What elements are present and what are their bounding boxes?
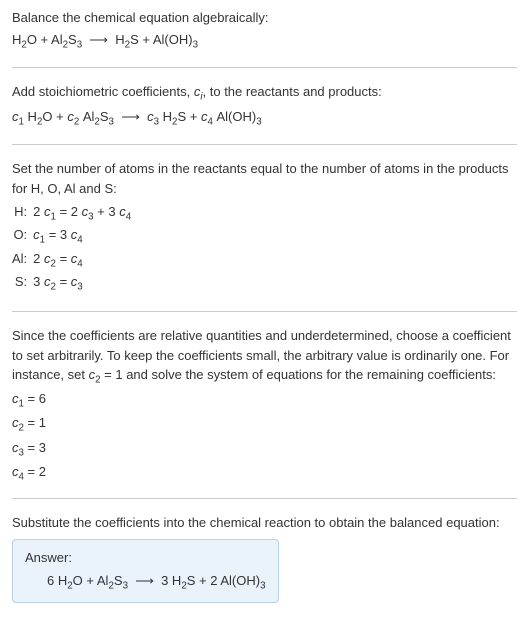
element-label: O:	[12, 225, 33, 248]
element-label: S:	[12, 272, 33, 295]
answer-label: Answer:	[25, 548, 266, 568]
element-equation: 2 c2 = c4	[33, 249, 131, 272]
element-equation: 2 c1 = 2 c3 + 3 c4	[33, 202, 131, 225]
element-equation-row: Al:2 c2 = c4	[12, 249, 131, 272]
atom-balance-section: Set the number of atoms in the reactants…	[12, 159, 517, 312]
stoich-equation: c1 H2O + c2 Al2S3 ⟶ c3 H2S + c4 Al(OH)3	[12, 107, 517, 130]
element-equation-row: S:3 c2 = c3	[12, 272, 131, 295]
coefficient-value: c1 = 6	[12, 389, 517, 412]
stoich-intro: Add stoichiometric coefficients, ci, to …	[12, 82, 517, 105]
atom-balance-intro: Set the number of atoms in the reactants…	[12, 159, 517, 198]
problem-title: Balance the chemical equation algebraica…	[12, 8, 517, 28]
element-equation-row: O:c1 = 3 c4	[12, 225, 131, 248]
coefficient-value: c2 = 1	[12, 413, 517, 436]
substitute-text: Substitute the coefficients into the che…	[12, 513, 517, 533]
answer-box: Answer: 6 H2O + Al2S3 ⟶ 3 H2S + 2 Al(OH)…	[12, 539, 279, 604]
substitute-section: Substitute the coefficients into the che…	[12, 513, 517, 615]
unbalanced-equation: H2O + Al2S3 ⟶ H2S + Al(OH)3	[12, 30, 517, 53]
stoich-section: Add stoichiometric coefficients, ci, to …	[12, 82, 517, 145]
element-equations-table: H:2 c1 = 2 c3 + 3 c4O:c1 = 3 c4Al:2 c2 =…	[12, 202, 131, 295]
element-equation-row: H:2 c1 = 2 c3 + 3 c4	[12, 202, 131, 225]
element-label: Al:	[12, 249, 33, 272]
coefficient-value: c3 = 3	[12, 438, 517, 461]
element-label: H:	[12, 202, 33, 225]
solved-coefficients: c1 = 6c2 = 1c3 = 3c4 = 2	[12, 389, 517, 485]
element-equation: 3 c2 = c3	[33, 272, 131, 295]
underdetermined-text: Since the coefficients are relative quan…	[12, 326, 517, 388]
coefficient-value: c4 = 2	[12, 462, 517, 485]
solve-section: Since the coefficients are relative quan…	[12, 326, 517, 499]
balanced-equation: 6 H2O + Al2S3 ⟶ 3 H2S + 2 Al(OH)3	[25, 571, 266, 594]
element-equation: c1 = 3 c4	[33, 225, 131, 248]
problem-section: Balance the chemical equation algebraica…	[12, 8, 517, 68]
